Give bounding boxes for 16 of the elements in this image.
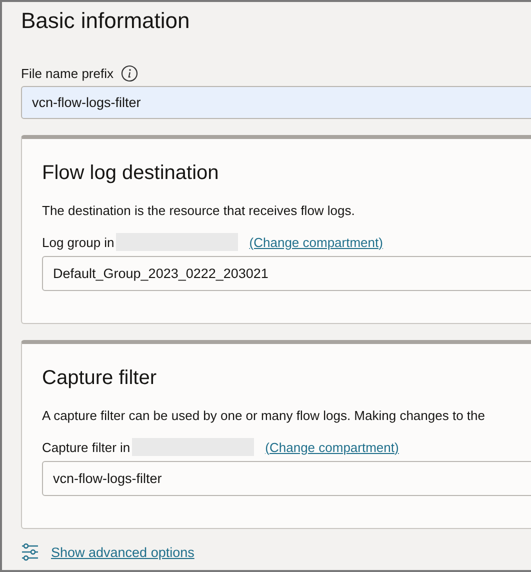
info-icon[interactable] [121, 64, 138, 82]
section-title: Basic information [21, 8, 191, 34]
card-description: A capture filter can be used by one or many flow logs. Making changes to the [42, 408, 486, 423]
change-compartment-link[interactable]: (Change compartment) [249, 234, 383, 250]
select-field[interactable]: Default_Group_2023_0222_203021 [42, 256, 531, 291]
show-advanced-options-link[interactable]: Show advanced options [51, 544, 194, 560]
select-field[interactable]: vcn-flow-logs-filter [42, 461, 531, 496]
file-name-prefix-field[interactable]: vcn-flow-logs-filter [21, 86, 531, 119]
card-title: Capture filter [42, 366, 158, 390]
field-label: File name prefix [21, 66, 114, 80]
field-label: Log group in [42, 234, 114, 250]
sliders-icon [21, 543, 39, 561]
change-compartment-link[interactable]: (Change compartment) [265, 440, 399, 454]
field-label: Capture filter in [42, 440, 130, 454]
card-description: The destination is the resource that receives flow logs. [42, 203, 356, 218]
card-title: Flow log destination [42, 161, 220, 185]
